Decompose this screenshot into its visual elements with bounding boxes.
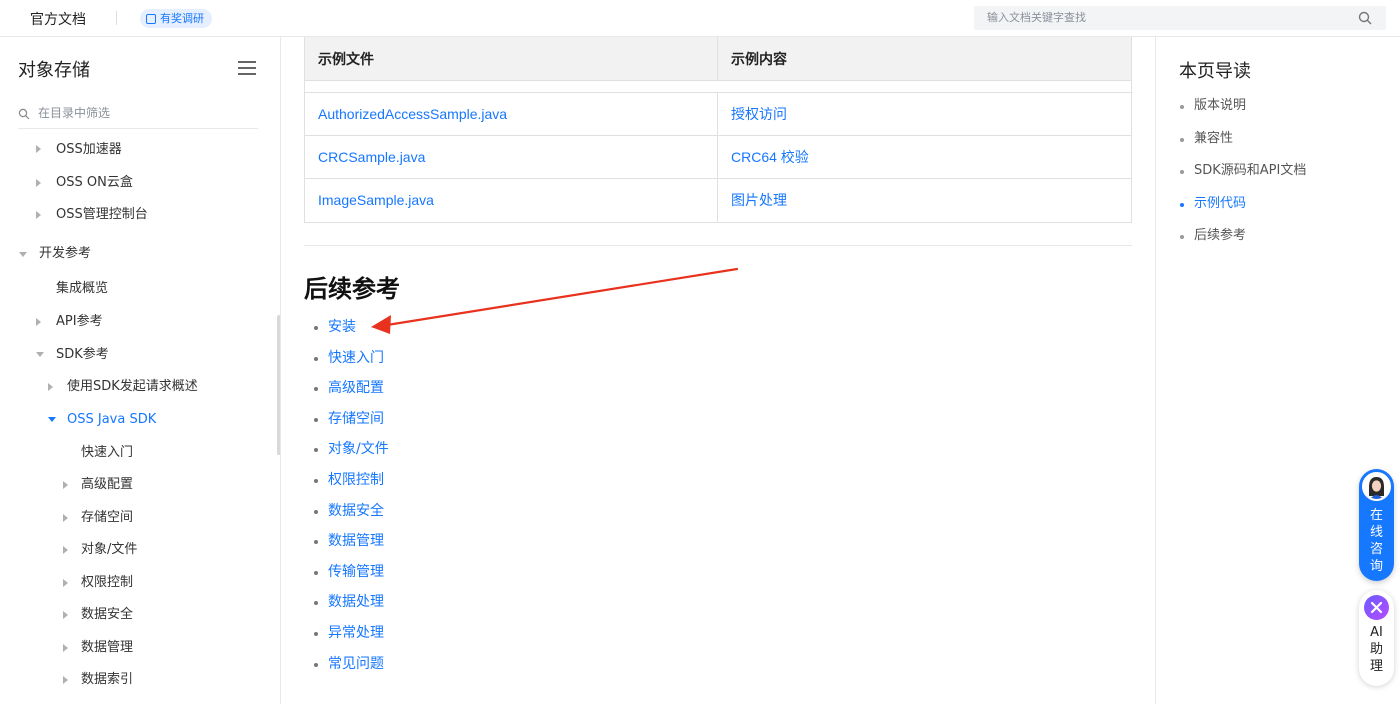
toc-item-sdk-source[interactable]: SDK源码和API文档	[1180, 160, 1306, 193]
toc-item-version[interactable]: 版本说明	[1180, 95, 1306, 128]
reference-link[interactable]: 数据管理	[314, 530, 389, 561]
caret-right-icon[interactable]	[36, 318, 41, 326]
sidebar-item-access-control[interactable]: 权限控制	[81, 572, 133, 594]
sidebar-item-api-reference[interactable]: API参考	[56, 311, 103, 333]
caret-right-icon[interactable]	[63, 514, 68, 522]
reference-link[interactable]: 数据处理	[314, 591, 389, 622]
caret-down-icon[interactable]	[48, 417, 56, 422]
sidebar-item-oss-on-cloudbox[interactable]: OSS ON云盒	[56, 172, 133, 194]
caret-right-icon[interactable]	[36, 145, 41, 153]
reference-link[interactable]: 快速入门	[314, 347, 389, 378]
menu-icon[interactable]	[238, 61, 256, 75]
doc-sidebar: 对象存储 OSS加速器 OSS ON云盒 OSS管理控制台 开发参考 集成概览 …	[0, 37, 281, 704]
sample-content-link[interactable]: CRC64 校验	[718, 136, 1131, 178]
main-content: 示例文件 示例内容 AuthorizedAccessSample.java 授权…	[282, 37, 1155, 704]
toc-list: 版本说明 兼容性 SDK源码和API文档 示例代码 后续参考	[1180, 95, 1306, 258]
reference-link-list: 安装 快速入门 高级配置 存储空间 对象/文件 权限控制 数据安全 数据管理 传…	[314, 316, 389, 683]
caret-right-icon[interactable]	[36, 211, 41, 219]
search-icon[interactable]	[1358, 11, 1372, 25]
search-icon	[18, 108, 30, 120]
search-input[interactable]	[987, 10, 1347, 26]
caret-right-icon[interactable]	[63, 611, 68, 619]
sidebar-item-data-management[interactable]: 数据管理	[81, 637, 133, 659]
table-row: ImageSample.java 图片处理	[305, 179, 1131, 222]
toc-item-sample-code[interactable]: 示例代码	[1180, 193, 1306, 226]
reference-link[interactable]: 权限控制	[314, 469, 389, 500]
caret-right-icon[interactable]	[63, 644, 68, 652]
header-divider	[116, 11, 117, 25]
toc-item-compat[interactable]: 兼容性	[1180, 128, 1306, 161]
survey-badge[interactable]: 有奖调研	[140, 9, 212, 28]
consult-label: 在线咨询	[1369, 508, 1383, 574]
sidebar-item-oss-java-sdk[interactable]: OSS Java SDK	[67, 409, 156, 431]
sidebar-tree: OSS加速器 OSS ON云盒 OSS管理控制台 开发参考 集成概览 API参考…	[0, 134, 278, 704]
reference-link[interactable]: 数据安全	[314, 500, 389, 531]
annotation-arrow-icon	[371, 267, 739, 334]
sidebar-scrollbar[interactable]	[277, 315, 280, 455]
ai-assistant-icon	[1364, 595, 1389, 620]
online-consult-button[interactable]: 在线咨询	[1359, 469, 1394, 581]
sample-file-link[interactable]: ImageSample.java	[305, 179, 718, 222]
sidebar-item-object-file[interactable]: 对象/文件	[81, 539, 137, 561]
avatar	[1362, 472, 1391, 501]
sidebar-item-bucket[interactable]: 存储空间	[81, 507, 133, 529]
table-row: AuthorizedAccessSample.java 授权访问	[305, 93, 1131, 136]
sidebar-title: 对象存储	[18, 60, 90, 81]
search-box[interactable]	[974, 6, 1386, 30]
sidebar-item-advanced-config[interactable]: 高级配置	[81, 474, 133, 496]
sidebar-item-sdk-reference[interactable]: SDK参考	[56, 344, 109, 366]
reference-link[interactable]: 常见问题	[314, 653, 389, 684]
caret-right-icon[interactable]	[63, 579, 68, 587]
caret-down-icon[interactable]	[19, 252, 27, 257]
table-header: 示例文件 示例内容	[305, 37, 1131, 81]
survey-icon	[146, 13, 156, 24]
caret-right-icon[interactable]	[63, 481, 68, 489]
sidebar-item-integration-overview[interactable]: 集成概览	[56, 278, 108, 300]
caret-right-icon[interactable]	[36, 179, 41, 187]
section-divider	[304, 245, 1132, 246]
caret-down-icon[interactable]	[36, 352, 44, 357]
sidebar-item-sdk-request-overview[interactable]: 使用SDK发起请求概述	[67, 376, 198, 398]
sidebar-filter[interactable]	[18, 101, 258, 129]
sidebar-item-dev-reference[interactable]: 开发参考	[39, 243, 91, 265]
sidebar-item-quick-start[interactable]: 快速入门	[81, 442, 133, 464]
brand-title[interactable]: 官方文档	[30, 9, 86, 29]
sample-file-link[interactable]: CRCSample.java	[305, 136, 718, 178]
caret-right-icon[interactable]	[63, 676, 68, 684]
reference-link[interactable]: 传输管理	[314, 561, 389, 592]
sample-content-link[interactable]: 图片处理	[718, 179, 1131, 222]
sample-file-link[interactable]: AuthorizedAccessSample.java	[305, 93, 718, 135]
reference-link[interactable]: 存储空间	[314, 408, 389, 439]
reference-link[interactable]: 异常处理	[314, 622, 389, 653]
survey-label: 有奖调研	[160, 12, 204, 25]
ai-assistant-button[interactable]: AI 助理	[1359, 590, 1394, 686]
toc-item-follow-up[interactable]: 后续参考	[1180, 225, 1306, 258]
ai-assistant-label: AI 助理	[1369, 625, 1383, 674]
reference-link[interactable]: 对象/文件	[314, 438, 389, 469]
caret-right-icon[interactable]	[63, 546, 68, 554]
top-header: 官方文档 有奖调研	[0, 0, 1400, 37]
table-header-cell: 示例文件	[305, 37, 718, 80]
toc-title: 本页导读	[1179, 61, 1251, 82]
reference-link[interactable]: 高级配置	[314, 377, 389, 408]
table-row: CRCSample.java CRC64 校验	[305, 136, 1131, 179]
table-spacer	[305, 81, 1131, 93]
sidebar-item-oss-accelerator[interactable]: OSS加速器	[56, 139, 122, 161]
sample-content-link[interactable]: 授权访问	[718, 93, 1131, 135]
sidebar-item-data-security[interactable]: 数据安全	[81, 604, 133, 626]
sidebar-filter-input[interactable]	[38, 104, 248, 122]
caret-right-icon[interactable]	[48, 383, 53, 391]
sidebar-item-data-index[interactable]: 数据索引	[81, 669, 133, 691]
sample-table: 示例文件 示例内容 AuthorizedAccessSample.java 授权…	[304, 37, 1132, 223]
table-header-cell: 示例内容	[731, 51, 787, 67]
sidebar-item-console[interactable]: OSS管理控制台	[56, 204, 148, 226]
